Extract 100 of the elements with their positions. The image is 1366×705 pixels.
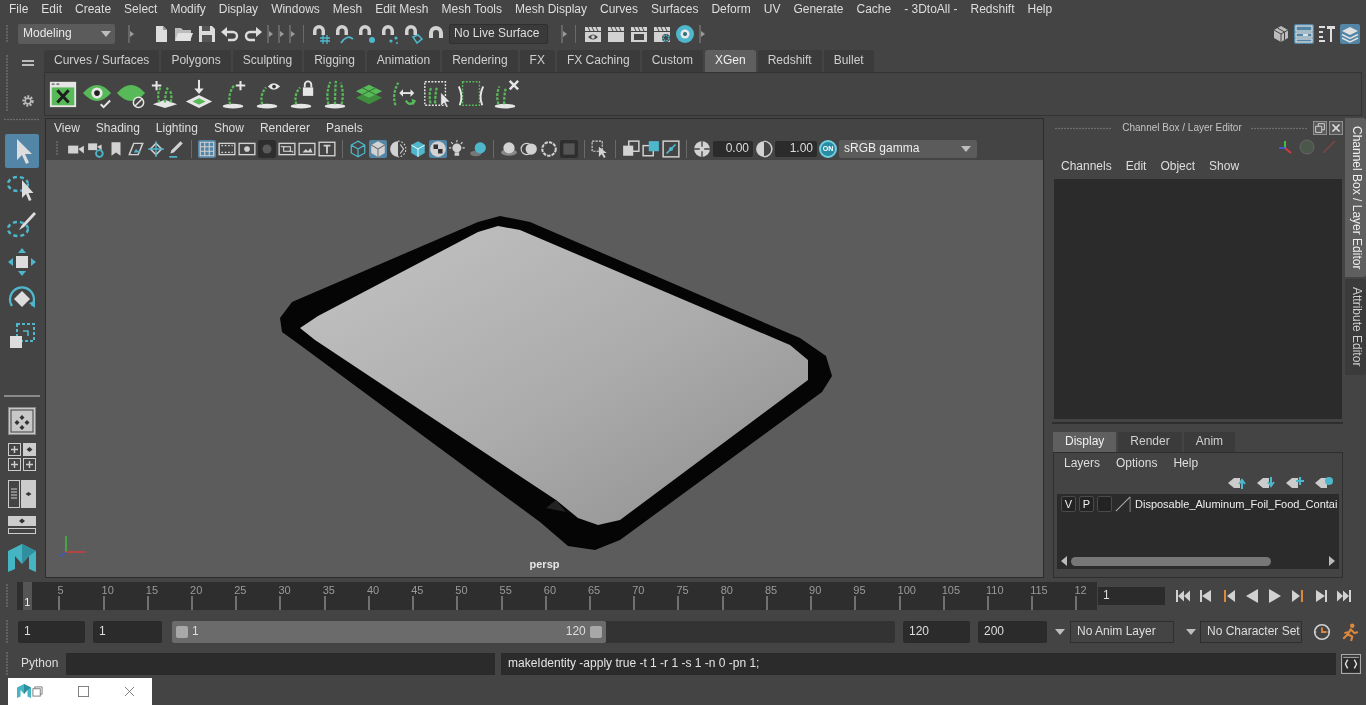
timeline-track[interactable]: 1 5 10 15 20 25 30 35 40 45 50 55 60 65 70 75 80 85 90 95 100 105 110 115 12	[17, 582, 1097, 610]
shelf-tab[interactable]: FX	[519, 50, 555, 72]
wireframe-cube-icon[interactable]	[349, 139, 367, 158]
animation-start-field[interactable]: 1	[18, 620, 85, 643]
empty-toggle[interactable]	[1097, 496, 1112, 512]
layer-up-icon[interactable]	[1227, 476, 1247, 490]
crosshair-diamond-icon[interactable]	[147, 139, 165, 158]
minimized-window-bar[interactable]	[8, 677, 152, 705]
step-forward-key-icon[interactable]	[1313, 588, 1329, 604]
handle-icon[interactable]	[589, 625, 602, 638]
range-slider-bar[interactable]: 1 120	[172, 620, 606, 643]
layer-tab[interactable]: Display	[1053, 432, 1117, 452]
command-input[interactable]	[66, 653, 495, 675]
layer-down-icon[interactable]	[1256, 476, 1276, 490]
two-pane-side-layout-icon[interactable]	[7, 480, 36, 508]
shaded-sphere-icon[interactable]	[500, 139, 518, 158]
collapse-arrow-icon[interactable]	[288, 23, 296, 44]
menu-item[interactable]: Renderer	[259, 121, 310, 136]
anim-layer-dropdown[interactable]: No Anim Layer	[1070, 620, 1174, 643]
menu-item[interactable]: Windows	[271, 3, 320, 17]
close-icon[interactable]	[124, 685, 135, 697]
shelf-tab[interactable]: Rigging	[304, 50, 365, 72]
handle-icon[interactable]	[176, 625, 188, 638]
slash-swatch-icon[interactable]	[1115, 496, 1131, 512]
menu-item[interactable]: UV	[763, 3, 781, 17]
step-back-frame-icon[interactable]	[1221, 588, 1237, 604]
side-tab[interactable]: Attribute Editor	[1345, 279, 1366, 375]
grid-magnet-icon[interactable]	[311, 23, 331, 44]
shelf-tab[interactable]: Polygons	[161, 50, 231, 72]
current-frame-field[interactable]: 1	[1098, 587, 1165, 605]
menu-item[interactable]: View	[54, 121, 80, 136]
panel-layout-icon[interactable]	[1294, 23, 1314, 44]
menu-item[interactable]: Modify	[170, 3, 206, 17]
shaded-cube-icon[interactable]	[369, 139, 387, 158]
grass-plus-icon[interactable]	[150, 79, 180, 109]
exposure-field[interactable]: 0.00	[713, 140, 753, 157]
cube-icon[interactable]	[1271, 23, 1291, 44]
layer-tab[interactable]: Anim	[1183, 432, 1236, 452]
caret-icon[interactable]	[1186, 628, 1196, 635]
spreadsheet-x-icon[interactable]	[48, 79, 78, 109]
half-circle-dashed-icon[interactable]	[389, 139, 407, 158]
square-diagonal-icon[interactable]	[662, 139, 680, 158]
square-magnet-icon[interactable]	[403, 23, 423, 44]
menu-item[interactable]: Lighting	[155, 121, 198, 136]
shelf-tab[interactable]: Bullet	[823, 50, 874, 72]
code-window-icon[interactable]	[1341, 654, 1361, 674]
curve-magnet-icon[interactable]	[334, 23, 354, 44]
side-tab[interactable]: Channel Box / Layer Editor	[1345, 118, 1366, 278]
grip-handle-icon[interactable]	[1251, 126, 1309, 130]
text-frame-icon[interactable]	[318, 139, 336, 158]
grip-handle-icon[interactable]	[3, 118, 40, 121]
menu-item[interactable]: Channels	[1061, 160, 1112, 174]
grid-icon[interactable]	[198, 139, 216, 158]
shadow-sphere-icon[interactable]	[469, 139, 487, 158]
menu-item[interactable]: Show	[213, 121, 244, 136]
plane-arrow-icon[interactable]	[184, 79, 214, 109]
playback-start-field[interactable]: 1	[93, 620, 162, 643]
menu-item[interactable]: Edit Mesh	[375, 3, 429, 17]
shelf-tab[interactable]: Sculpting	[232, 50, 303, 72]
four-pane-layout-icon[interactable]	[7, 443, 36, 471]
scroll-right-arrow-icon[interactable]	[1329, 556, 1335, 566]
overlapping-squares-icon[interactable]	[642, 139, 660, 158]
playback-end-field[interactable]: 120	[903, 620, 970, 643]
animation-end-field[interactable]: 200	[978, 620, 1047, 643]
menu-item[interactable]: Edit	[41, 3, 63, 17]
menu-item[interactable]: Surfaces	[651, 3, 699, 17]
view-transform-dropdown[interactable]: sRGB gamma	[839, 139, 977, 158]
current-frame-marker[interactable]: 1	[23, 582, 32, 610]
collapse-arrow-icon[interactable]	[127, 23, 135, 44]
target-icon[interactable]	[675, 23, 695, 44]
step-forward-frame-icon[interactable]	[1290, 588, 1306, 604]
menu-item[interactable]: Mesh Display	[515, 3, 588, 17]
single-pane-layout-icon[interactable]	[7, 407, 36, 435]
layer-name[interactable]: Disposable_Aluminum_Foil_Food_Contai	[1135, 497, 1338, 511]
axes-icon[interactable]	[1277, 139, 1293, 155]
shelf-tab[interactable]: Rendering	[442, 50, 518, 72]
grass-cursor-icon[interactable]	[422, 79, 452, 109]
collapse-arrow-icon[interactable]	[698, 23, 706, 44]
menu-item[interactable]: Generate	[793, 3, 844, 17]
visibility-toggle[interactable]: V	[1061, 496, 1076, 512]
running-figure-icon[interactable]	[1341, 622, 1359, 641]
menu-item[interactable]: Panels	[325, 121, 363, 136]
menu-item[interactable]: Cache	[856, 3, 892, 17]
layers-icon[interactable]	[1340, 23, 1360, 44]
float-window-icon[interactable]	[1313, 121, 1327, 135]
layer-tab[interactable]: Render	[1118, 432, 1182, 452]
step-back-key-icon[interactable]	[1198, 588, 1214, 604]
pencil-icon[interactable]	[167, 139, 185, 158]
menu-item[interactable]: Display	[218, 3, 259, 17]
caret-icon[interactable]	[101, 30, 111, 37]
grip-handle-icon[interactable]	[1055, 126, 1113, 130]
solid-cube-icon[interactable]	[409, 139, 427, 158]
half-circle-icon[interactable]	[755, 139, 773, 158]
clock-icon[interactable]	[1313, 622, 1331, 641]
menu-item[interactable]: Help	[1173, 457, 1199, 471]
collapse-arrow-icon[interactable]	[560, 23, 568, 44]
dotted-frame-icon[interactable]	[456, 79, 486, 109]
menu-item[interactable]: Edit	[1125, 160, 1147, 174]
list-layout-icon[interactable]	[1317, 23, 1337, 44]
gamma-field[interactable]: 1.00	[775, 140, 817, 157]
